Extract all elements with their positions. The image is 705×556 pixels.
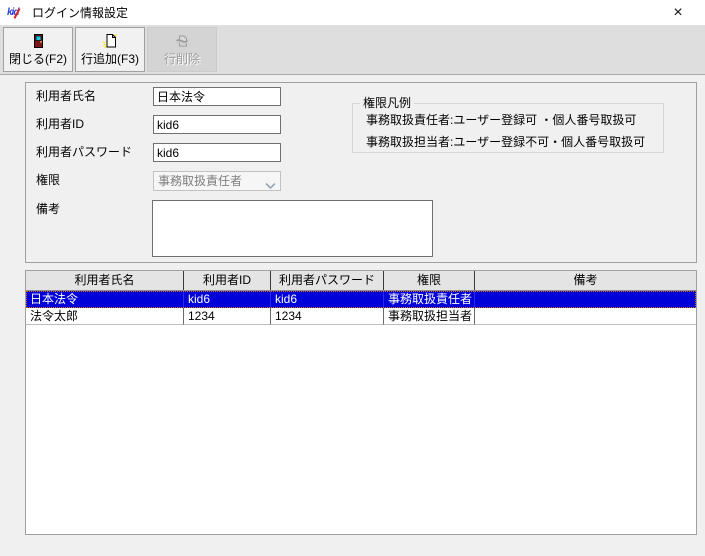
delete-row-button: 行削除 [147, 27, 217, 72]
legend-line: 事務取扱責任者:ユーザー登録可 ・個人番号取扱可 [353, 109, 663, 131]
chevron-down-icon [265, 177, 276, 185]
login-info-window: kid ログイン情報設定 × 閉じる(F2) [0, 0, 705, 556]
cell-user-id: 1234 [184, 308, 271, 325]
close-form-button[interactable]: 閉じる(F2) [3, 27, 73, 72]
add-row-button[interactable]: 行追加(F3) [75, 27, 145, 72]
add-row-icon [102, 33, 118, 49]
cell-user-password: 1234 [271, 308, 384, 325]
cell-authority: 事務取扱担当者 [384, 308, 475, 325]
cell-user-password: kid6 [271, 291, 384, 308]
remarks-label: 備考 [36, 200, 60, 219]
table-header-row: 利用者氏名 利用者ID 利用者パスワード 権限 備考 [26, 271, 696, 291]
cell-remarks [475, 291, 696, 308]
legend-line: 事務取扱担当者:ユーザー登録不可・個人番号取扱可 [353, 131, 663, 153]
cell-authority: 事務取扱責任者 [384, 291, 475, 308]
authority-select: 事務取扱責任者 [153, 171, 281, 191]
titlebar[interactable]: kid ログイン情報設定 × [0, 0, 705, 25]
column-header: 権限 [384, 271, 475, 290]
column-header: 備考 [475, 271, 696, 290]
toolbar-button-label: 閉じる(F2) [9, 50, 67, 67]
window-title: ログイン情報設定 [32, 4, 128, 21]
column-header: 利用者パスワード [271, 271, 384, 290]
close-icon[interactable]: × [661, 0, 695, 25]
column-header: 利用者ID [184, 271, 271, 290]
app-icon: kid [7, 5, 23, 21]
user-form-panel: 利用者氏名 利用者ID 利用者パスワード 権限 事務取扱責任者 備考 権限凡例 … [25, 82, 697, 263]
cell-remarks [475, 308, 696, 325]
door-icon [30, 33, 46, 49]
toolbar-button-label: 行削除 [164, 50, 200, 67]
user-password-input[interactable] [153, 143, 281, 162]
user-table-panel: 利用者氏名 利用者ID 利用者パスワード 権限 備考 日本法令 kid6 kid… [25, 270, 697, 535]
delete-row-icon [174, 33, 190, 49]
user-id-label: 利用者ID [36, 115, 84, 134]
toolbar: 閉じる(F2) 行追加(F3) [0, 25, 705, 75]
cell-user-name: 法令太郎 [26, 308, 184, 325]
user-name-label: 利用者氏名 [36, 87, 96, 106]
authority-select-value: 事務取扱責任者 [158, 174, 242, 188]
user-password-label: 利用者パスワード [36, 143, 132, 162]
table-row[interactable]: 法令太郎 1234 1234 事務取扱担当者 [26, 308, 696, 325]
table-row[interactable]: 日本法令 kid6 kid6 事務取扱責任者 [26, 291, 696, 308]
toolbar-button-label: 行追加(F3) [81, 50, 139, 67]
cell-user-name: 日本法令 [26, 291, 184, 308]
cell-user-id: kid6 [184, 291, 271, 308]
legend-title: 権限凡例 [360, 96, 414, 110]
authority-legend-box: 権限凡例 事務取扱責任者:ユーザー登録可 ・個人番号取扱可 事務取扱担当者:ユー… [352, 103, 664, 153]
column-header: 利用者氏名 [26, 271, 184, 290]
user-id-input[interactable] [153, 115, 281, 134]
authority-label: 権限 [36, 171, 60, 190]
user-name-input[interactable] [153, 87, 281, 106]
remarks-textarea[interactable] [152, 200, 433, 257]
